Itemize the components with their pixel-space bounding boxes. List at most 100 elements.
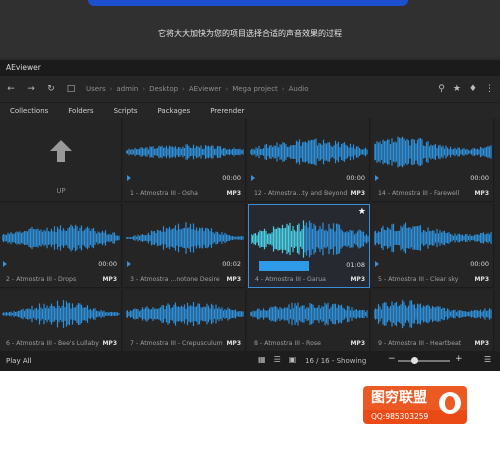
audio-tile[interactable]: 00:00 12 - Atmostra...ty and Beyond MP3 bbox=[248, 118, 370, 202]
waveform bbox=[126, 301, 244, 327]
tab-collections[interactable]: Collections bbox=[0, 103, 58, 119]
play-icon[interactable] bbox=[375, 175, 379, 181]
audio-tile[interactable]: 6 - Atmostra III - Bee's Lullaby MP3 bbox=[0, 290, 122, 352]
duration: 01:08 bbox=[346, 261, 365, 269]
format-badge: MP3 bbox=[474, 276, 489, 283]
format-badge: MP3 bbox=[102, 340, 117, 347]
play-icon[interactable] bbox=[127, 175, 131, 181]
file-name: 5 - Atmostra III - Clear sky bbox=[378, 276, 459, 283]
duration: 00:00 bbox=[470, 260, 489, 268]
play-icon[interactable] bbox=[375, 261, 379, 267]
breadcrumb-item[interactable]: Audio bbox=[289, 85, 309, 93]
audio-tile[interactable]: 8 - Atmostra III - Rose MP3 bbox=[248, 290, 370, 352]
aeviewer-window: AEviewer ← → ↻ □ Users › admin › Desktop › … bbox=[0, 60, 500, 371]
format-badge: MP3 bbox=[474, 190, 489, 197]
audio-tile[interactable]: 7 - Atmostra III - Crepusculum MP3 bbox=[124, 290, 246, 352]
breadcrumb-item[interactable]: Desktop bbox=[149, 85, 178, 93]
file-name: 9 - Atmostra III - Heartbeat bbox=[378, 340, 462, 347]
breadcrumb: Users › admin › Desktop › AEviewer › Mega pr… bbox=[86, 85, 309, 93]
watermark-logo: 图穷联盟 QQ:985303259 bbox=[363, 386, 467, 426]
flame-icon bbox=[439, 392, 461, 414]
file-name: 2 - Atmostra III - Drops bbox=[6, 276, 77, 283]
audio-tile[interactable]: 00:00 1 - Atmostra III - Osha MP3 bbox=[124, 118, 246, 202]
waveform bbox=[374, 136, 492, 168]
format-badge: MP3 bbox=[474, 340, 489, 347]
audio-tile[interactable]: 00:00 2 - Atmostra III - Drops MP3 bbox=[0, 204, 122, 288]
duration: 00:00 bbox=[346, 174, 365, 182]
play-icon[interactable] bbox=[3, 261, 7, 267]
refresh-icon[interactable]: ↻ bbox=[46, 84, 56, 94]
window-title: AEviewer bbox=[0, 60, 500, 76]
file-name: 3 - Atmostra ...notone Desire bbox=[130, 276, 220, 283]
tab-bar: Collections Folders Scripts Packages Pre… bbox=[0, 102, 500, 119]
audio-tile[interactable]: 9 - Atmostra III - Heartbeat MP3 bbox=[372, 290, 494, 352]
file-name: 6 - Atmostra III - Bee's Lullaby bbox=[6, 340, 99, 347]
file-name: 12 - Atmostra...ty and Beyond bbox=[254, 190, 348, 197]
waveform bbox=[250, 302, 368, 326]
menu-icon[interactable]: ⋮ bbox=[485, 84, 494, 94]
tab-packages[interactable]: Packages bbox=[148, 103, 201, 119]
format-badge: MP3 bbox=[226, 190, 241, 197]
zoom-out-icon[interactable]: − bbox=[388, 354, 396, 364]
audio-tile[interactable]: 00:02 3 - Atmostra ...notone Desire MP3 bbox=[124, 204, 246, 288]
nav-bar: ← → ↻ □ Users › admin › Desktop › AEviewer ›… bbox=[0, 76, 500, 102]
breadcrumb-item[interactable]: Mega project bbox=[232, 85, 278, 93]
tab-folders[interactable]: Folders bbox=[58, 103, 103, 119]
waveform bbox=[251, 220, 369, 258]
file-name: 1 - Atmostra III - Osha bbox=[130, 190, 198, 197]
star-icon[interactable]: ★ bbox=[453, 84, 461, 94]
file-name: 14 - Atmostra III - Farewell bbox=[378, 190, 460, 197]
waveform bbox=[250, 138, 368, 166]
breadcrumb-item[interactable]: Users bbox=[86, 85, 106, 93]
playback-progress-bar[interactable] bbox=[259, 261, 309, 271]
list-icon[interactable]: ☰ bbox=[484, 355, 491, 364]
banner-caption: 它将大大加快为您的项目选择合适的声音效果的过程 bbox=[158, 29, 342, 38]
duration: 00:00 bbox=[222, 174, 241, 182]
bottom-area: 图穷联盟 QQ:985303259 bbox=[0, 371, 500, 461]
play-icon[interactable] bbox=[127, 261, 131, 267]
favorite-star-icon[interactable]: ★ bbox=[358, 207, 366, 217]
tab-prerender[interactable]: Prerender bbox=[200, 103, 254, 119]
audio-tile-selected[interactable]: ★ 01:08 4 - Atmostra III - Garua MP3 bbox=[248, 204, 370, 288]
waveform bbox=[374, 299, 492, 329]
back-icon[interactable]: ← bbox=[6, 84, 16, 94]
detail-view-icon[interactable]: ▣ bbox=[289, 355, 297, 364]
showing-count: 16 / 16 - Showing bbox=[305, 357, 367, 365]
zoom-slider[interactable] bbox=[398, 357, 450, 364]
top-blue-bar bbox=[88, 0, 408, 6]
format-badge: MP3 bbox=[350, 190, 365, 197]
format-badge: MP3 bbox=[226, 340, 241, 347]
format-badge: MP3 bbox=[350, 340, 365, 347]
audio-tile[interactable]: 00:00 5 - Atmostra III - Clear sky MP3 bbox=[372, 204, 494, 288]
play-all-button[interactable]: Play All bbox=[6, 357, 32, 365]
audio-tile[interactable]: 00:00 14 - Atmostra III - Farewell MP3 bbox=[372, 118, 494, 202]
file-name: 4 - Atmostra III - Garua bbox=[255, 276, 326, 283]
waveform bbox=[2, 224, 120, 252]
file-name: 7 - Atmostra III - Crepusculum bbox=[130, 340, 223, 347]
format-badge: MP3 bbox=[226, 276, 241, 283]
folder-icon: □ bbox=[66, 84, 76, 94]
waveform bbox=[126, 144, 244, 160]
waveform bbox=[126, 222, 244, 254]
slider-knob[interactable] bbox=[411, 357, 418, 364]
up-arrow-icon bbox=[50, 140, 72, 162]
up-label: UP bbox=[56, 187, 66, 195]
top-banner: 它将大大加快为您的项目选择合适的声音效果的过程 bbox=[0, 0, 500, 58]
search-icon[interactable]: ⚲ bbox=[438, 84, 445, 94]
bell-icon[interactable]: ♦ bbox=[469, 84, 477, 94]
play-icon[interactable] bbox=[251, 175, 255, 181]
breadcrumb-item[interactable]: admin bbox=[116, 85, 138, 93]
tab-scripts[interactable]: Scripts bbox=[104, 103, 148, 119]
status-bar: Play All ▦ ☰ ▣ 16 / 16 - Showing − + ☰ bbox=[0, 351, 500, 371]
grid-view-icon[interactable]: ▦ bbox=[258, 355, 266, 364]
forward-icon[interactable]: → bbox=[26, 84, 36, 94]
format-badge: MP3 bbox=[102, 276, 117, 283]
up-tile[interactable]: UP bbox=[0, 118, 122, 202]
breadcrumb-item[interactable]: AEviewer bbox=[189, 85, 222, 93]
format-badge: MP3 bbox=[350, 276, 365, 283]
duration: 00:00 bbox=[470, 174, 489, 182]
list-view-icon[interactable]: ☰ bbox=[274, 355, 281, 364]
waveform bbox=[374, 222, 492, 254]
zoom-in-icon[interactable]: + bbox=[455, 354, 463, 364]
audio-grid: UP 00:00 1 - Atmostra III - Osha MP3 00:… bbox=[0, 118, 500, 368]
